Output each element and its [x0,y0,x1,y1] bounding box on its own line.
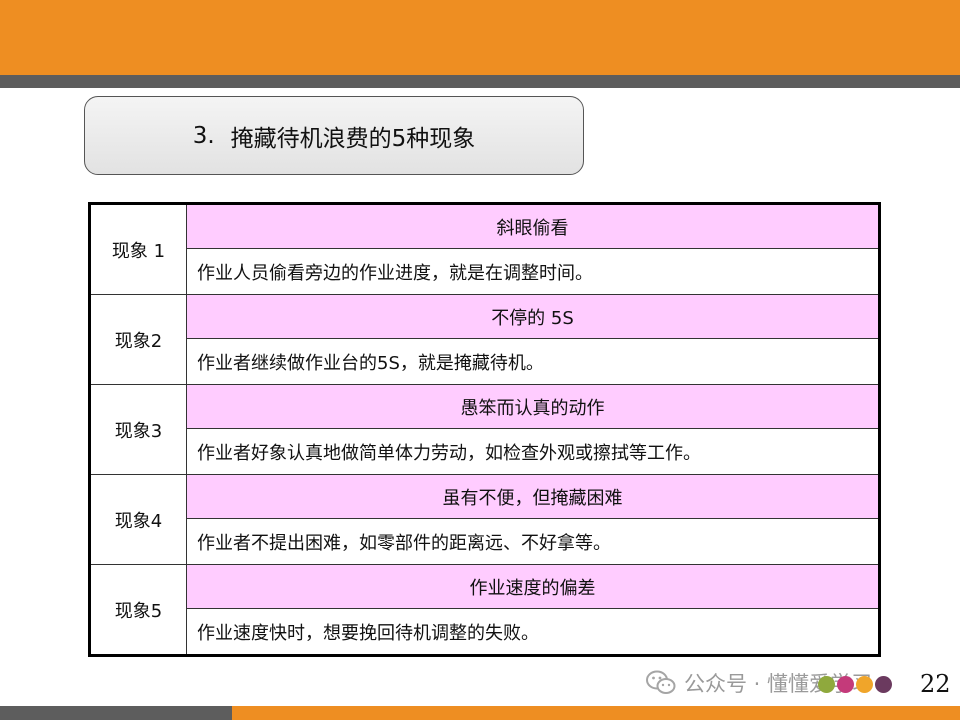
phenomenon-description: 作业速度快时，想要挽回待机调整的失败。 [186,608,880,656]
phenomenon-label: 现象5 [89,564,187,656]
slide-title-box: 3. 掩藏待机浪费的5种现象 [84,96,584,175]
table-row: 现象 1 斜眼偷看 [89,203,880,295]
phenomenon-description: 作业者继续做作业台的5S，就是掩藏待机。 [186,338,880,385]
green-dot-icon [818,676,835,693]
phenomenon-heading: 愚笨而认真的动作 [186,384,880,429]
phenomenon-heading: 作业速度的偏差 [186,564,880,609]
table-row: 现象2 不停的 5S [89,294,880,385]
table-row: 作业人员偷看旁边的作业进度，就是在调整时间。 [90,248,880,295]
wechat-icon [646,670,676,694]
slide-title: 掩藏待机浪费的5种现象 [230,125,476,152]
top-orange-band [0,0,960,75]
table-row: 作业速度快时，想要挽回待机调整的失败。 [90,608,880,656]
phenomenon-label: 现象4 [89,474,187,565]
table-row: 现象3 愚笨而认真的动作 [89,384,880,475]
phenomena-table: 现象 1 斜眼偷看 作业人员偷看旁边的作业进度，就是在调整时间。 现象2 不停的… [88,202,881,657]
purple-dot-icon [875,676,892,693]
table-row: 作业者不提出困难，如零部件的距离远、不好拿等。 [90,518,880,565]
phenomenon-label: 现象 1 [89,203,187,295]
title-number: 3. [192,122,215,149]
phenomenon-label: 现象2 [89,294,187,385]
phenomenon-heading: 不停的 5S [186,294,880,339]
phenomenon-heading: 虽有不便，但掩藏困难 [186,474,880,519]
magenta-dot-icon [837,676,854,693]
table-row: 作业者继续做作业台的5S，就是掩藏待机。 [90,338,880,385]
table-row: 现象5 作业速度的偏差 [89,564,880,656]
bottom-gray-band [0,706,232,720]
decorative-dots [818,676,894,693]
phenomenon-description: 作业者好象认真地做简单体力劳动，如检查外观或擦拭等工作。 [186,428,880,475]
phenomenon-label: 现象3 [89,384,187,475]
page-number: 22 [920,670,951,698]
phenomenon-heading: 斜眼偷看 [186,203,880,249]
phenomenon-description: 作业者不提出困难，如零部件的距离远、不好拿等。 [186,518,880,565]
orange-dot-icon [856,676,873,693]
bottom-orange-band [232,706,960,720]
top-gray-stripe [0,75,960,88]
table-row: 作业者好象认真地做简单体力劳动，如检查外观或擦拭等工作。 [90,428,880,475]
table-row: 现象4 虽有不便，但掩藏困难 [89,474,880,565]
phenomenon-description: 作业人员偷看旁边的作业进度，就是在调整时间。 [186,248,880,295]
